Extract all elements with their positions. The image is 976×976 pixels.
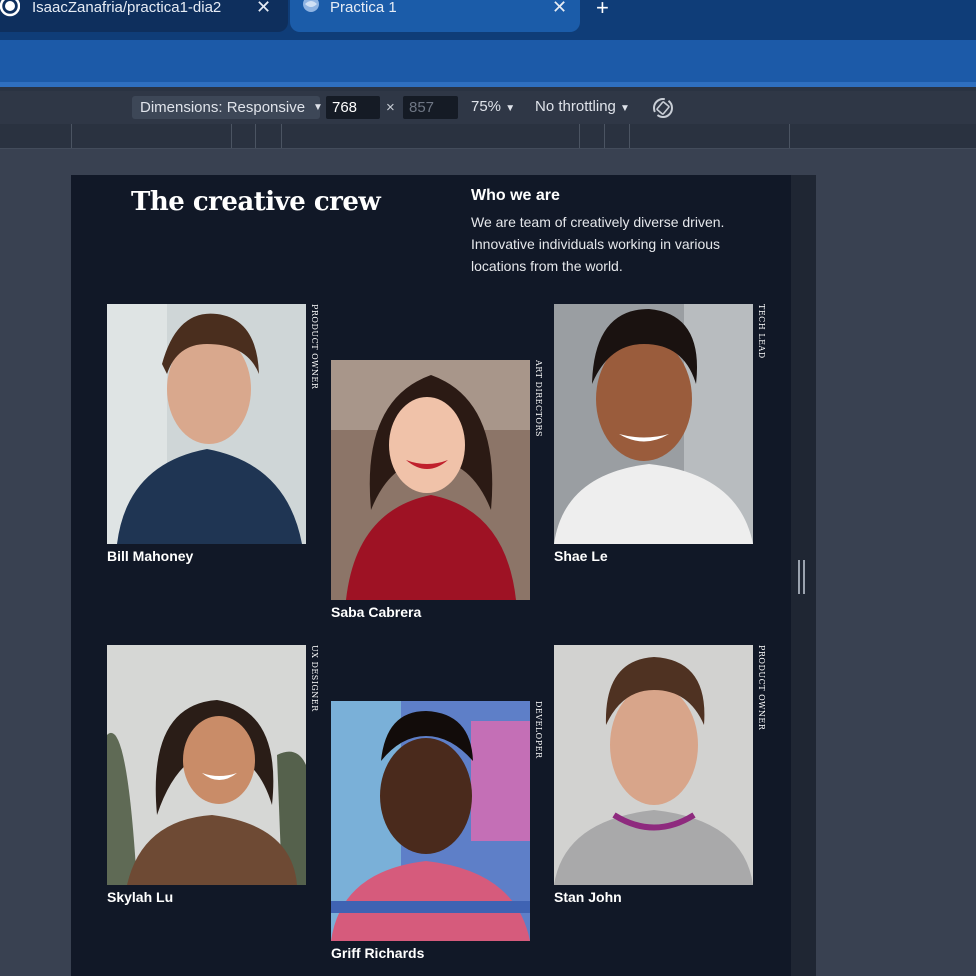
- chevron-down-icon: ▼: [505, 103, 516, 114]
- page-title: The creative crew: [131, 187, 381, 217]
- rotate-icon[interactable]: [652, 97, 674, 124]
- new-tab-button[interactable]: +: [596, 0, 609, 22]
- tab-practica[interactable]: Practica 1 ✕: [290, 0, 580, 32]
- member-name: Skylah Lu: [107, 889, 174, 905]
- zoom-value: 75%: [471, 98, 502, 115]
- ruler-tick: [281, 124, 282, 148]
- dimension-separator: ×: [386, 99, 395, 116]
- throttling-dropdown[interactable]: No throttling ▼: [535, 98, 630, 115]
- member-photo: [331, 360, 530, 600]
- ruler-tick: [255, 124, 256, 148]
- member-role: TECH LEAD: [757, 304, 766, 359]
- zoom-dropdown[interactable]: 75% ▼: [471, 98, 515, 115]
- tab-title: Practica 1: [330, 0, 397, 16]
- member-role: DEVELOPER: [534, 701, 543, 759]
- member-name: Shae Le: [554, 548, 608, 564]
- throttling-value: No throttling: [535, 98, 616, 115]
- address-bar-area: [0, 40, 976, 82]
- member-role: UX DESIGNER: [310, 645, 319, 712]
- tab-github[interactable]: IsaacZanafria/practica1-dia2 ✕: [0, 0, 288, 32]
- intro-text: We are team of creatively diverse driven…: [471, 214, 725, 274]
- member-photo: [107, 304, 306, 544]
- member-role: PRODUCT OWNER: [310, 304, 319, 390]
- close-icon[interactable]: ✕: [552, 0, 567, 17]
- tab-title: IsaacZanafria/practica1-dia2: [32, 0, 222, 16]
- member-name: Bill Mahoney: [107, 548, 194, 564]
- height-value: 857: [409, 99, 435, 116]
- member-photo: [554, 304, 753, 544]
- ruler-tick: [789, 124, 790, 148]
- member-name: Stan John: [554, 889, 622, 905]
- ruler-tick: [231, 124, 232, 148]
- height-input[interactable]: 857: [403, 96, 458, 119]
- member-name: Griff Richards: [331, 945, 425, 961]
- tab-strip: IsaacZanafria/practica1-dia2 ✕ Practica …: [0, 0, 976, 40]
- chevron-down-icon: ▼: [620, 103, 630, 114]
- resize-handle[interactable]: [798, 560, 806, 594]
- close-icon[interactable]: ✕: [256, 0, 271, 17]
- ruler-tick: [604, 124, 605, 148]
- globe-icon: [302, 0, 320, 21]
- section-subtitle: Who we are: [471, 187, 560, 204]
- dimensions-dropdown[interactable]: Dimensions: Responsive ▼: [132, 96, 323, 119]
- width-input[interactable]: 768: [326, 96, 380, 119]
- device-viewport: The creative crew Who we are We are team…: [71, 175, 816, 976]
- chevron-down-icon: ▼: [313, 102, 323, 113]
- member-name: Saba Cabrera: [331, 604, 422, 620]
- dimensions-label: Dimensions: Responsive: [140, 99, 306, 116]
- width-value: 768: [332, 99, 358, 116]
- ruler-tick: [629, 124, 630, 148]
- member-photo: [554, 645, 753, 885]
- ruler-tick: [71, 124, 72, 148]
- member-photo: [331, 701, 530, 941]
- member-role: PRODUCT OWNER: [757, 645, 766, 731]
- member-role: ART DIRECTORS: [534, 360, 543, 437]
- ruler-tick: [579, 124, 580, 148]
- github-icon: [0, 0, 21, 23]
- media-query-ruler[interactable]: [0, 124, 976, 149]
- member-photo: [107, 645, 306, 885]
